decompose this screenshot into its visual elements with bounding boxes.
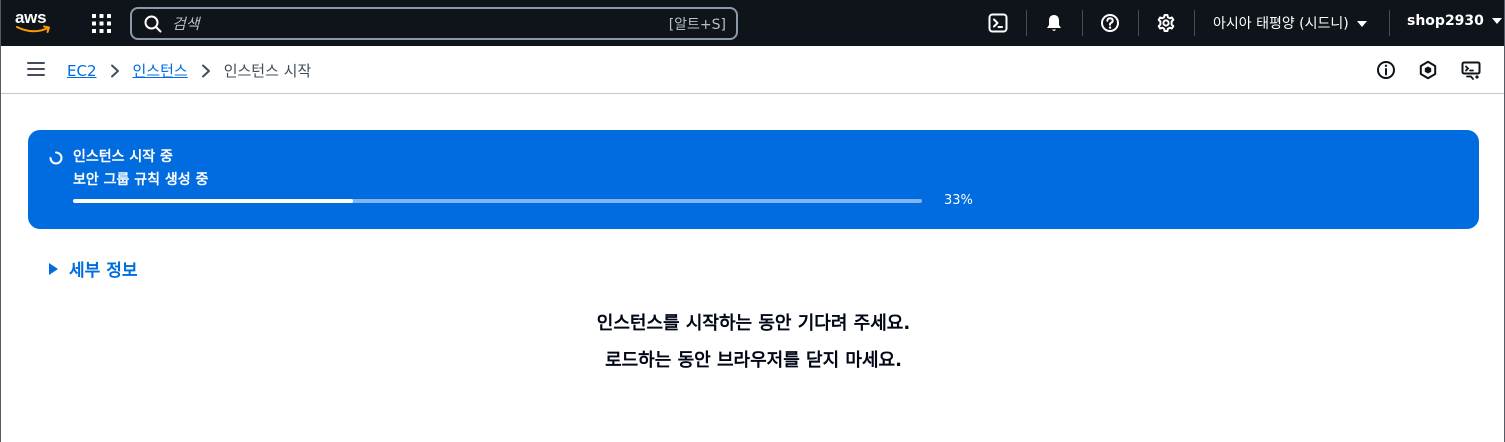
- loading-spinner-icon: [49, 151, 63, 165]
- aws-smile-icon: [16, 25, 50, 33]
- nav-divider: [1194, 10, 1195, 36]
- breadcrumb-link-instances[interactable]: 인스턴스: [133, 60, 188, 81]
- aws-logo[interactable]: aws: [15, 9, 57, 37]
- nav-divider: [1082, 10, 1083, 36]
- flash-description: 보안 그룹 규칙 생성 중: [73, 172, 209, 188]
- progress-bar-fill: [73, 199, 354, 203]
- settings-button[interactable]: [1155, 12, 1177, 34]
- notifications-button[interactable]: [1043, 12, 1065, 34]
- chevron-right-icon: [201, 64, 210, 77]
- launch-progress-flashbar: [28, 130, 1479, 229]
- do-not-close-message: 로드하는 동안 브라우저를 닫지 마세요.: [605, 350, 902, 371]
- help-button[interactable]: [1099, 12, 1121, 34]
- caret-down-icon: [1491, 18, 1502, 24]
- account-label: shop2930: [1407, 13, 1484, 29]
- flash-title: 인스턴스 시작 중: [73, 149, 173, 165]
- breadcrumb-current: 인스턴스 시작: [223, 62, 312, 80]
- services-grid-icon[interactable]: [92, 14, 111, 33]
- breadcrumb-link-ec2[interactable]: EC2: [67, 62, 97, 80]
- top-navigation: aws [알트+S]: [1, 0, 1504, 46]
- cloudshell-button[interactable]: [987, 12, 1009, 34]
- chevron-right-icon: [110, 64, 119, 77]
- details-expander[interactable]: 세부 정보: [49, 256, 137, 281]
- breadcrumb: EC2 인스턴스 인스턴스 시작: [67, 60, 311, 81]
- progress-bar: [73, 199, 922, 203]
- region-label: 아시아 태평양 (시드니): [1213, 16, 1349, 32]
- hamburger-menu-icon[interactable]: [27, 61, 45, 77]
- progress-percentage: 33%: [944, 193, 973, 208]
- account-menu[interactable]: shop2930: [1407, 13, 1502, 29]
- cloudshell-icon: [988, 13, 1008, 33]
- help-icon: [1101, 14, 1119, 32]
- wait-message: 인스턴스를 시작하는 동안 기다려 주세요.: [596, 313, 911, 334]
- bell-icon: [1047, 15, 1061, 31]
- region-selector[interactable]: 아시아 태평양 (시드니): [1213, 13, 1367, 33]
- breadcrumb-bar: EC2 인스턴스 인스턴스 시작: [1, 46, 1504, 94]
- details-label: 세부 정보: [69, 261, 138, 281]
- search-shortcut-hint: [알트+S]: [668, 17, 726, 33]
- nav-divider: [1138, 10, 1139, 36]
- hexagon-icon[interactable]: [1418, 60, 1438, 80]
- search-box[interactable]: [알트+S]: [130, 7, 738, 40]
- search-input[interactable]: [172, 12, 652, 36]
- caret-down-icon: [1356, 21, 1367, 27]
- info-icon[interactable]: [1376, 60, 1396, 80]
- feedback-panel-icon[interactable]: [1461, 60, 1481, 80]
- nav-divider: [1389, 10, 1390, 36]
- aws-logo-text: aws: [15, 8, 47, 27]
- caret-right-icon: [49, 262, 58, 275]
- search-icon: [144, 15, 162, 33]
- gear-icon: [1157, 14, 1175, 32]
- nav-divider: [1026, 10, 1027, 36]
- console-frame: aws [알트+S]: [0, 0, 1505, 442]
